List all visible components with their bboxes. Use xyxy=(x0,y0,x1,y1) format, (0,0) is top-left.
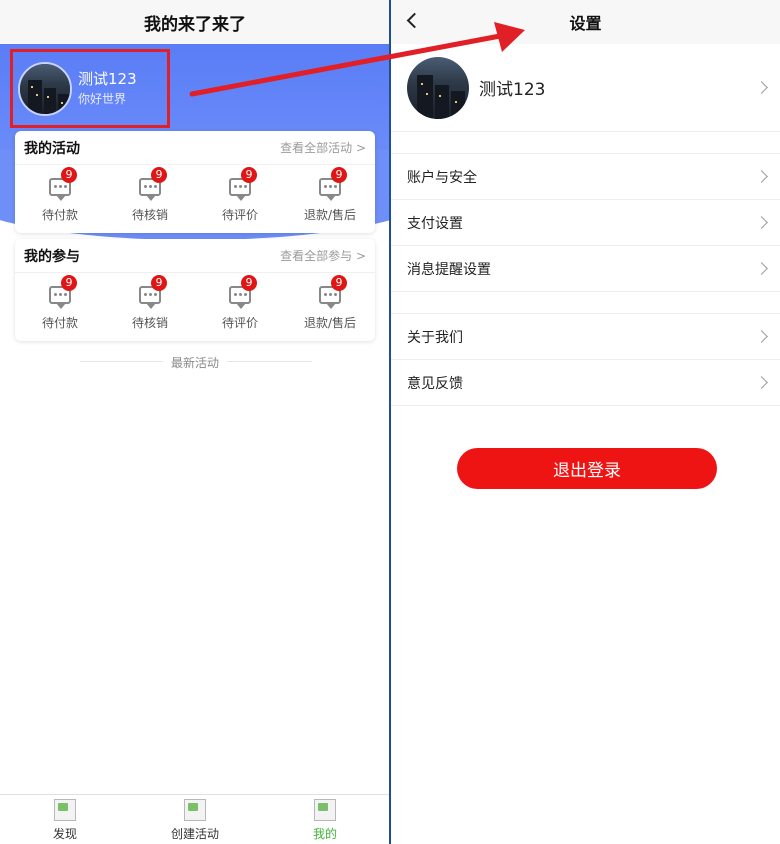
item-label: 待核销 xyxy=(131,207,168,222)
my-participation-card: 我的参与 查看全部参与 > 9 待付款 9 待核销 9 待评价 9 退款/售后 xyxy=(15,239,375,341)
avatar xyxy=(407,56,469,119)
settings-item-label: 支付设置 xyxy=(407,215,463,232)
settings-profile-row[interactable]: 测试123 xyxy=(391,44,780,132)
item-label: 待评价 xyxy=(221,315,258,330)
left-header: 我的来了来了 xyxy=(0,0,390,44)
settings-item-about-us[interactable]: 关于我们 xyxy=(391,314,780,360)
settings-item-label: 关于我们 xyxy=(407,329,463,346)
bottom-tab-bar: 发现 创建活动 我的 xyxy=(0,794,390,844)
back-arrow-icon[interactable] xyxy=(405,10,425,32)
page-title: 我的来了来了 xyxy=(144,14,246,35)
participation-refund[interactable]: 9 退款/售后 xyxy=(285,273,375,341)
order-status-pending-review[interactable]: 9 待评价 xyxy=(195,165,285,233)
settings-item-label: 账户与安全 xyxy=(407,169,477,186)
logout-button[interactable]: 退出登录 xyxy=(457,448,717,489)
settings-item-label: 消息提醒设置 xyxy=(407,261,491,278)
card-title: 我的参与 xyxy=(24,248,80,265)
broken-image-icon xyxy=(54,799,76,821)
settings-title: 设置 xyxy=(569,14,602,33)
card-title: 我的活动 xyxy=(24,140,80,157)
participation-pending-verification[interactable]: 9 待核销 xyxy=(105,273,195,341)
annotation-highlight-box xyxy=(10,49,170,128)
settings-panel: 设置 测试123 账户与安全 支付设置 消息提醒设置 关于我们 意见反馈 退出登… xyxy=(391,0,780,844)
user-name: 测试123 xyxy=(479,80,546,100)
item-label: 待评价 xyxy=(221,207,258,222)
count-badge: 9 xyxy=(61,167,77,183)
chevron-right-icon xyxy=(755,262,768,275)
count-badge: 9 xyxy=(61,275,77,291)
count-badge: 9 xyxy=(151,167,167,183)
latest-activities-divider: 最新活动 xyxy=(0,352,390,371)
section-gap xyxy=(391,132,780,154)
divider-label: 最新活动 xyxy=(162,356,227,370)
card-header: 我的参与 查看全部参与 > xyxy=(15,239,375,273)
tab-create-activity[interactable]: 创建活动 xyxy=(130,795,260,844)
item-label: 退款/售后 xyxy=(303,315,357,330)
tab-label: 创建活动 xyxy=(170,827,219,841)
item-label: 待付款 xyxy=(41,315,78,330)
section-gap xyxy=(391,292,780,314)
settings-item-notifications[interactable]: 消息提醒设置 xyxy=(391,246,780,292)
tab-discover[interactable]: 发现 xyxy=(0,795,130,844)
settings-item-account-security[interactable]: 账户与安全 xyxy=(391,154,780,200)
tab-label: 我的 xyxy=(312,827,337,841)
broken-image-icon xyxy=(314,799,336,821)
my-page-panel: 我的来了来了 测试123 你好世界 我的活动 查看全部活动 > 9 待付款 9 … xyxy=(0,0,390,844)
avatar-image xyxy=(407,56,469,119)
chevron-right-icon xyxy=(755,170,768,183)
count-badge: 9 xyxy=(241,167,257,183)
settings-item-feedback[interactable]: 意见反馈 xyxy=(391,360,780,406)
card-header: 我的活动 查看全部活动 > xyxy=(15,131,375,165)
view-all-activities-link[interactable]: 查看全部活动 > xyxy=(280,139,366,156)
order-status-refund[interactable]: 9 退款/售后 xyxy=(285,165,375,233)
count-badge: 9 xyxy=(241,275,257,291)
settings-item-label: 意见反馈 xyxy=(407,375,463,392)
participation-pending-review[interactable]: 9 待评价 xyxy=(195,273,285,341)
tab-mine[interactable]: 我的 xyxy=(260,795,390,844)
count-badge: 9 xyxy=(151,275,167,291)
settings-header: 设置 xyxy=(391,0,780,44)
chevron-right-icon xyxy=(755,376,768,389)
chevron-right-icon xyxy=(755,81,768,94)
tab-label: 发现 xyxy=(52,827,77,841)
participation-pending-payment[interactable]: 9 待付款 xyxy=(15,273,105,341)
order-status-pending-payment[interactable]: 9 待付款 xyxy=(15,165,105,233)
settings-item-payment[interactable]: 支付设置 xyxy=(391,200,780,246)
chevron-right-icon xyxy=(755,330,768,343)
my-activities-card: 我的活动 查看全部活动 > 9 待付款 9 待核销 9 待评价 9 退款/售后 xyxy=(15,131,375,233)
broken-image-icon xyxy=(184,799,206,821)
count-badge: 9 xyxy=(331,275,347,291)
count-badge: 9 xyxy=(331,167,347,183)
order-status-pending-verification[interactable]: 9 待核销 xyxy=(105,165,195,233)
item-label: 待核销 xyxy=(131,315,168,330)
item-label: 待付款 xyxy=(41,207,78,222)
view-all-participation-link[interactable]: 查看全部参与 > xyxy=(280,247,366,264)
item-label: 退款/售后 xyxy=(303,207,357,222)
chevron-right-icon xyxy=(755,216,768,229)
